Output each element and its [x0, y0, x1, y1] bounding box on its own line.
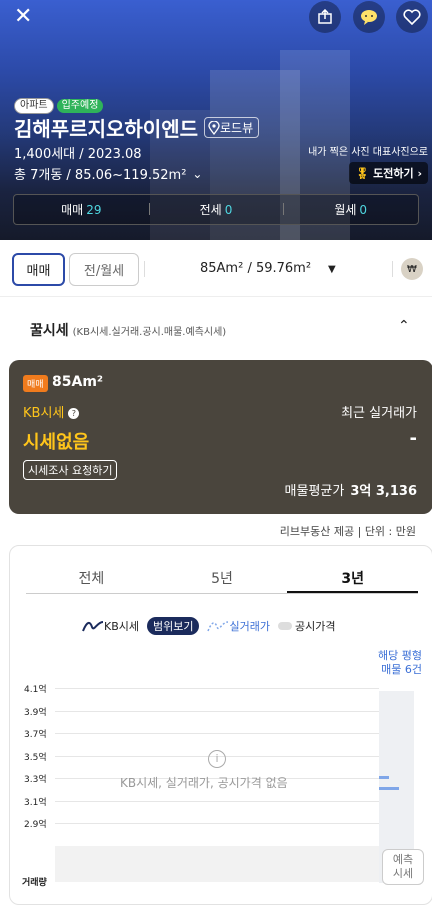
location-pin-icon: [208, 120, 220, 135]
challenge-button[interactable]: 🎖 도전하기 ›: [349, 162, 428, 184]
empty-message: KB시세, 실거래가, 공시가격 없음: [120, 776, 288, 790]
kb-label-text: KB시세: [23, 406, 65, 421]
y-tick-label: 3.9억: [24, 707, 47, 718]
heart-icon[interactable]: [396, 1, 428, 33]
recent-price-label: 최근 실거래가: [341, 406, 417, 421]
count-sale-label: 매매: [61, 203, 84, 217]
photo-note[interactable]: 내가 찍은 사진 대표사진으로: [308, 143, 428, 158]
kb-line-icon: [82, 621, 104, 632]
count-jeonse-value: 0: [224, 203, 233, 217]
help-icon[interactable]: ?: [68, 408, 80, 419]
count-jeonse[interactable]: 전세 0: [148, 201, 284, 218]
y-tick-label: 3.5억: [24, 752, 47, 763]
medal-icon: 🎖: [355, 167, 370, 180]
count-sale-value: 29: [86, 203, 102, 217]
coin-icon[interactable]: ₩: [401, 258, 423, 280]
close-icon[interactable]: ✕: [14, 6, 36, 28]
section-subtitle: (KB시세.실거래.공시.매물.예측시세): [72, 327, 227, 338]
count-jeonse-label: 전세: [199, 203, 222, 217]
data-provider: 리브부동산 제공 | 단위 : 만원: [279, 525, 416, 538]
info-icon: i: [208, 750, 226, 768]
gridline: [55, 823, 379, 824]
chevron-up-icon[interactable]: ⌃: [398, 318, 410, 334]
gridline: [55, 688, 379, 689]
tab-3y[interactable]: 3년: [287, 568, 419, 593]
chevron-down-icon: ⌄: [192, 166, 203, 181]
legend-kb[interactable]: KB시세: [82, 618, 139, 634]
caret-down-icon[interactable]: ▼: [328, 264, 336, 275]
public-pill-icon: [277, 622, 292, 630]
count-wolse-label: 월세: [334, 203, 357, 217]
filter-bar: 매매 전/월세 85Am² / 59.76m² ▼ ₩: [0, 252, 432, 288]
sale-badge: 매매: [23, 375, 48, 392]
listing-count-line1: 해당 평형: [378, 649, 422, 662]
deal-counts: 매매 29 전세 0 월세 0: [13, 194, 419, 225]
y-tick-label: 4.1억: [24, 685, 47, 695]
y-tick-label: 3.1억: [24, 797, 47, 808]
listing-mark: [379, 776, 389, 779]
area-range-text: 총 7개동 / 85.06~119.52m²: [14, 168, 187, 183]
recent-price-value: -: [409, 428, 417, 449]
divider: [0, 296, 432, 297]
legend-public[interactable]: 공시가격: [277, 618, 336, 634]
kb-price-label: KB시세?: [23, 402, 80, 421]
section-title: 꿀시세: [30, 323, 69, 339]
price-card: 매매 85Am² KB시세? 최근 실거래가 시세없음 - 시세조사 요청하기 …: [9, 360, 432, 514]
section-header[interactable]: 꿀시세 (KB시세.실거래.공시.매물.예측시세): [30, 320, 226, 340]
road-view-label: 로드뷰: [220, 121, 254, 135]
divider: [144, 261, 145, 277]
volume-area: [55, 846, 379, 882]
period-tabs: 전체 5년 3년: [26, 568, 419, 594]
gridline: [55, 800, 379, 802]
tab-all[interactable]: 전체: [26, 568, 157, 593]
y-tick-label: 2.9억: [24, 820, 47, 830]
listing-average: 매물평균가 3억 3,136: [285, 480, 417, 499]
kb-price-value: 시세없음: [23, 432, 90, 453]
predict-line1: 예측: [392, 853, 414, 866]
volume-label: 거래량: [22, 878, 47, 888]
households-year: 1,400세대 / 2023.08: [14, 147, 142, 162]
road-view-button[interactable]: 로드뷰: [204, 117, 260, 138]
gridline: [55, 710, 379, 712]
count-sale[interactable]: 매매 29: [14, 201, 149, 218]
share-icon[interactable]: [309, 1, 341, 33]
legend-real-label: 실거래가: [229, 620, 270, 633]
tag-row: 아파트 입주예정: [14, 93, 104, 114]
listing-count[interactable]: 해당 평형 매물 6건: [378, 649, 422, 677]
predict-line2: 시세: [392, 867, 414, 880]
area-range[interactable]: 총 7개동 / 85.06~119.52m² ⌄: [14, 164, 203, 184]
status-tag: 입주예정: [56, 99, 104, 113]
avg-value: 3억 3,136: [350, 484, 417, 499]
chart-legend: KB시세 범위보기 실거래가 공시가격: [82, 617, 343, 635]
count-wolse-value: 0: [359, 203, 368, 217]
complex-title: 김해푸르지오하이엔드 로드뷰: [14, 113, 260, 142]
area-select[interactable]: 85Am² / 59.76m²: [200, 261, 311, 276]
tab-sale[interactable]: 매매: [12, 253, 65, 286]
gridline: [55, 733, 379, 734]
listing-mark: [379, 787, 399, 790]
tab-rent[interactable]: 전/월세: [69, 253, 139, 286]
card-area: 85Am²: [52, 374, 104, 390]
complex-name: 김해푸르지오하이엔드: [14, 117, 198, 141]
real-line-icon: [207, 621, 229, 632]
predict-price-button[interactable]: 예측 시세: [382, 849, 424, 885]
legend-real[interactable]: 실거래가: [207, 618, 270, 634]
challenge-label: 도전하기: [373, 167, 414, 180]
range-toggle[interactable]: 범위보기: [147, 617, 200, 635]
y-tick-label: 3.7억: [24, 730, 47, 740]
chart-card: 전체 5년 3년 KB시세 범위보기 실거래가 공시가격 해당 평형 매물 6건…: [9, 545, 432, 905]
type-tag: 아파트: [14, 98, 54, 114]
top-bar: ✕: [0, 0, 432, 34]
count-wolse[interactable]: 월세 0: [283, 201, 418, 218]
tab-5y[interactable]: 5년: [157, 568, 288, 593]
divider: [392, 261, 393, 277]
legend-public-label: 공시가격: [294, 620, 336, 633]
listing-count-line2: 매물 6건: [381, 663, 422, 676]
avg-label: 매물평균가: [284, 484, 345, 499]
legend-kb-label: KB시세: [104, 620, 139, 633]
request-survey-button[interactable]: 시세조사 요청하기: [23, 460, 118, 480]
y-tick-label: 3.3억: [24, 775, 47, 785]
hero-photo[interactable]: ✕ 아파트 입주예정 김해푸르지오하이엔드 로드뷰 1,400세대 / 2023.…: [0, 0, 432, 240]
chat-icon[interactable]: [353, 1, 385, 33]
